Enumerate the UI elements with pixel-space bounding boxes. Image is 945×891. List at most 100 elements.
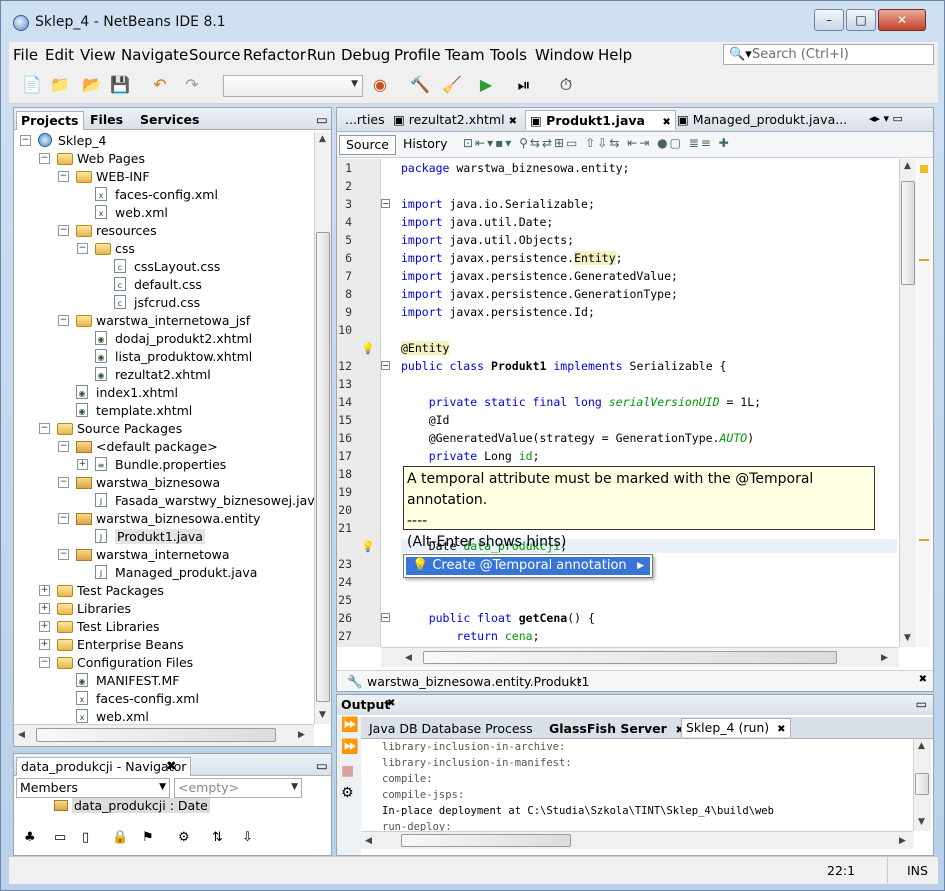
scroll-right-icon[interactable]: ▶ bbox=[881, 653, 888, 663]
clean-build-icon[interactable]: 🧹 bbox=[441, 74, 463, 96]
menu-navigate[interactable]: Navigate bbox=[121, 46, 188, 64]
build-icon[interactable]: 🔨 bbox=[409, 74, 431, 96]
close-icon[interactable]: ✖ bbox=[777, 724, 785, 735]
menu-window[interactable]: Window bbox=[535, 46, 594, 64]
code-line[interactable]: @Entity bbox=[401, 341, 450, 355]
fold-toggle-icon[interactable]: − bbox=[381, 199, 390, 208]
scroll-up-icon[interactable]: ▲ bbox=[904, 161, 911, 171]
fold-toggle-icon[interactable]: − bbox=[381, 361, 390, 370]
collapse-icon[interactable]: − bbox=[58, 549, 69, 560]
code-line[interactable]: import javax.persistence.Entity; bbox=[401, 251, 623, 265]
tab-services[interactable]: Services bbox=[136, 111, 203, 130]
scroll-up-icon[interactable]: ▲ bbox=[918, 741, 925, 751]
tab-sklep-run[interactable]: Sklep_4 (run) ✖ bbox=[681, 718, 791, 737]
static-icon[interactable]: ▯ bbox=[82, 830, 89, 845]
menu-team[interactable]: Team bbox=[445, 46, 485, 64]
tab-properties-file[interactable]: ...rties bbox=[341, 110, 389, 130]
tree-horizontal-scrollbar[interactable]: ◀ ▶ bbox=[14, 724, 314, 746]
code-line[interactable]: package warstwa_biznesowa.entity; bbox=[401, 161, 629, 175]
new-file-icon[interactable]: 📄 bbox=[21, 74, 43, 96]
tab-java-db[interactable]: Java DB Database Process bbox=[365, 720, 537, 739]
close-button[interactable]: ✕ bbox=[878, 9, 926, 31]
collapse-icon[interactable]: − bbox=[58, 441, 69, 452]
scroll-down-icon[interactable]: ▼ bbox=[319, 710, 326, 720]
menu-view[interactable]: View bbox=[80, 46, 116, 64]
editor-tools-icons[interactable]: ⊡⇤▾▪▾ ⚲⇆⇄⊞▭ ⇧⇩⇆ ⇤⇥ ●▢ ≣≡ ✚ bbox=[457, 135, 737, 155]
expand-icon[interactable]: + bbox=[39, 639, 50, 650]
editor-vertical-scrollbar[interactable]: ▲ ▼ bbox=[899, 159, 916, 647]
members-select[interactable]: Members ▼ bbox=[16, 778, 170, 798]
warning-marker[interactable] bbox=[919, 259, 929, 261]
create-temporal-hint[interactable]: 💡 Create @Temporal annotation ▶ bbox=[406, 557, 650, 575]
tab-files[interactable]: Files bbox=[86, 111, 127, 130]
collapse-icon[interactable]: − bbox=[58, 513, 69, 524]
sort-name-icon[interactable]: ⇅ bbox=[212, 830, 223, 845]
browser-icon[interactable]: ◉ bbox=[369, 74, 391, 96]
scroll-left-icon[interactable]: ◀ bbox=[405, 653, 412, 663]
expand-icon[interactable]: + bbox=[39, 603, 50, 614]
menu-file[interactable]: File bbox=[13, 46, 38, 64]
menu-help[interactable]: Help bbox=[598, 46, 632, 64]
close-icon[interactable]: ✖ bbox=[919, 674, 927, 685]
tab-managed-produkt[interactable]: ▣ Managed_produkt.java... bbox=[673, 110, 851, 130]
configuration-combo[interactable]: ▼ bbox=[223, 75, 363, 97]
redo-icon[interactable]: ↷ bbox=[181, 74, 203, 96]
expand-icon[interactable]: + bbox=[39, 585, 50, 596]
code-line[interactable]: public class Produkt1 implements Seriali… bbox=[401, 359, 726, 373]
tree-vertical-scrollbar[interactable]: ▲ ▼ bbox=[314, 132, 331, 724]
code-line[interactable]: public float getCena() { bbox=[401, 611, 595, 625]
collapse-icon[interactable]: − bbox=[58, 225, 69, 236]
menu-tools[interactable]: Tools bbox=[490, 46, 527, 64]
code-line[interactable]: import java.util.Objects; bbox=[401, 233, 574, 247]
nonpublic-icon[interactable]: 🔒 bbox=[112, 830, 128, 845]
menu-debug[interactable]: Debug bbox=[341, 46, 390, 64]
editor-horizontal-scrollbar[interactable]: ◀ ▶ bbox=[381, 647, 899, 667]
code-line[interactable]: @GeneratedValue(strategy = GenerationTyp… bbox=[401, 431, 754, 445]
warning-bulb-icon[interactable]: 💡 bbox=[361, 540, 375, 553]
expand-icon[interactable]: + bbox=[39, 621, 50, 632]
collapse-icon[interactable]: − bbox=[20, 135, 31, 146]
collapse-icon[interactable]: − bbox=[39, 153, 50, 164]
tab-produkt1[interactable]: ▣ Produkt1.java ✖ bbox=[525, 110, 676, 130]
undo-icon[interactable]: ↶ bbox=[149, 74, 171, 96]
scroll-up-icon[interactable]: ▲ bbox=[319, 134, 326, 144]
code-line[interactable]: import java.io.Serializable; bbox=[401, 197, 595, 211]
output-hscroll-thumb[interactable] bbox=[401, 834, 571, 847]
collapse-icon[interactable]: − bbox=[58, 171, 69, 182]
maximize-button[interactable]: □ bbox=[846, 9, 876, 31]
code-line[interactable]: private static final long serialVersionU… bbox=[401, 395, 761, 409]
rerun-icon[interactable]: ⏩ bbox=[341, 717, 358, 733]
collapse-icon[interactable]: − bbox=[58, 315, 69, 326]
fields-icon[interactable]: ▭ bbox=[54, 830, 66, 845]
open-project-icon[interactable]: 📂 bbox=[81, 74, 103, 96]
run-icon[interactable]: ▶ bbox=[475, 74, 497, 96]
code-line[interactable]: import javax.persistence.GenerationType; bbox=[401, 287, 678, 301]
output-console[interactable]: library-inclusion-in-archive: library-inc… bbox=[337, 739, 907, 831]
scroll-left-icon[interactable]: ◀ bbox=[365, 836, 372, 846]
code-line[interactable]: import javax.persistence.GeneratedValue; bbox=[401, 269, 678, 283]
filter-select[interactable]: <empty> ▼ bbox=[174, 778, 302, 798]
output-title[interactable]: Output bbox=[341, 697, 390, 712]
menu-edit[interactable]: Edit bbox=[45, 46, 74, 64]
scroll-right-icon[interactable]: ▶ bbox=[298, 730, 305, 740]
search-box[interactable]: 🔍▾ Search (Ctrl+I) bbox=[723, 44, 934, 65]
menu-run[interactable]: Run bbox=[307, 46, 336, 64]
tree-scroll-thumb[interactable] bbox=[316, 232, 330, 702]
menu-refactor[interactable]: Refactor bbox=[243, 46, 306, 64]
tab-projects[interactable]: Projects bbox=[16, 111, 84, 130]
debug-icon[interactable]: ⏯ bbox=[513, 74, 535, 96]
navigator-item[interactable]: data_produkcji : Date bbox=[54, 798, 210, 816]
code-line[interactable]: private Long id; bbox=[401, 449, 540, 463]
scroll-down-icon[interactable]: ▼ bbox=[918, 817, 925, 827]
editor-scroll-thumb[interactable] bbox=[901, 181, 915, 285]
scroll-right-icon[interactable]: ▶ bbox=[899, 836, 906, 846]
minimize-button[interactable]: – bbox=[814, 9, 844, 31]
minimize-panel-icon[interactable]: ▭ bbox=[916, 697, 927, 711]
code-line[interactable]: import java.util.Date; bbox=[401, 215, 553, 229]
warning-marker[interactable] bbox=[919, 539, 929, 541]
fold-toggle-icon[interactable]: − bbox=[381, 613, 390, 622]
tab-scroll-arrows[interactable]: ◂▸ ▾ ▭ bbox=[865, 110, 907, 130]
source-view-button[interactable]: Source bbox=[339, 135, 396, 155]
editor-hscroll-thumb[interactable] bbox=[423, 651, 837, 664]
minimize-panel-icon[interactable]: ▭ bbox=[312, 111, 332, 130]
